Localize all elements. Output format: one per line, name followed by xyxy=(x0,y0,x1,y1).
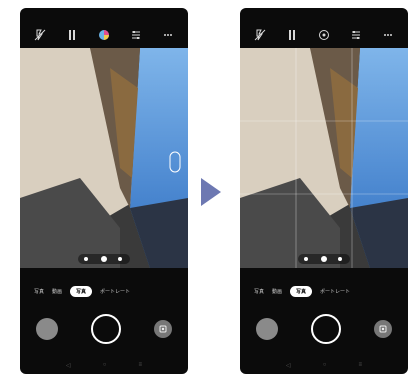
mode-item[interactable]: 写真 xyxy=(254,288,264,295)
flash-off-icon[interactable] xyxy=(252,27,268,43)
mode-item-portrait[interactable]: ポートレート xyxy=(320,288,350,295)
settings-adjust-icon[interactable] xyxy=(348,27,364,43)
mode-item-photo-active[interactable]: 写真 xyxy=(70,285,93,297)
mode-item-portrait[interactable]: ポートレート xyxy=(100,288,130,295)
camera-mode-row: 写真 動画 写真 ポートレート xyxy=(240,283,408,299)
back-icon[interactable]: ◁ xyxy=(66,362,71,369)
flash-off-icon[interactable] xyxy=(32,27,48,43)
more-icon[interactable] xyxy=(160,27,176,43)
shutter-button[interactable] xyxy=(310,314,341,344)
filter-off-icon[interactable] xyxy=(316,27,332,43)
transition-arrow-icon xyxy=(201,178,221,206)
gallery-thumbnail[interactable] xyxy=(36,318,59,340)
camera-controls xyxy=(240,311,408,347)
mode-item-photo-active[interactable]: 写真 xyxy=(290,285,313,297)
hdr-icon[interactable] xyxy=(284,27,300,43)
camera-top-bar xyxy=(240,18,408,52)
camera-viewfinder[interactable] xyxy=(20,48,188,268)
gallery-thumbnail[interactable] xyxy=(256,318,279,340)
switch-camera-icon[interactable] xyxy=(373,320,392,338)
recents-icon[interactable]: ≡ xyxy=(138,362,142,368)
shutter-button[interactable] xyxy=(90,314,121,344)
home-icon[interactable]: ○ xyxy=(323,362,327,368)
home-icon[interactable]: ○ xyxy=(103,362,107,368)
camera-viewfinder[interactable] xyxy=(240,48,408,268)
more-icon[interactable] xyxy=(380,27,396,43)
mode-item[interactable]: 写真 xyxy=(34,288,44,295)
mode-item-video[interactable]: 動画 xyxy=(272,288,282,295)
settings-adjust-icon[interactable] xyxy=(128,27,144,43)
phone-before: 写真 動画 写真 ポートレート ◁ ○ ≡ xyxy=(20,8,188,374)
hdr-icon[interactable] xyxy=(64,27,80,43)
system-nav-bar: ◁ ○ ≡ xyxy=(240,360,408,370)
camera-top-bar xyxy=(20,18,188,52)
mode-item-video[interactable]: 動画 xyxy=(52,288,62,295)
camera-mode-row: 写真 動画 写真 ポートレート xyxy=(20,283,188,299)
phone-after: 写真 動画 写真 ポートレート ◁ ○ ≡ xyxy=(240,8,408,374)
camera-controls xyxy=(20,311,188,347)
filter-color-icon[interactable] xyxy=(96,27,112,43)
switch-camera-icon[interactable] xyxy=(153,320,172,338)
back-icon[interactable]: ◁ xyxy=(286,362,291,369)
recents-icon[interactable]: ≡ xyxy=(358,362,362,368)
system-nav-bar: ◁ ○ ≡ xyxy=(20,360,188,370)
